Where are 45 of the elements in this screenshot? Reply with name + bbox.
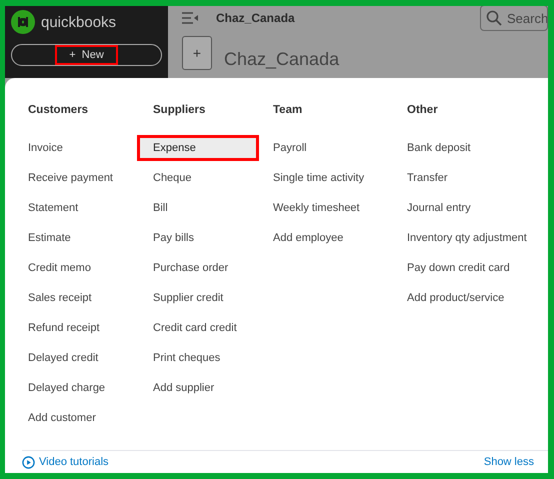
menu-item[interactable]: Statement [20,195,86,225]
menu-item[interactable]: Sales receipt [20,285,100,315]
new-button[interactable]: + New [11,44,162,66]
menu-item[interactable]: Transfer [399,165,456,195]
column-heading: Other [406,104,439,118]
play-icon [22,456,35,468]
menu-item[interactable]: Inventory qty adjustment [399,225,535,255]
column-heading: Team [272,104,304,118]
menu-item[interactable]: Payroll [265,135,315,165]
menu-item[interactable]: Receive payment [20,165,121,195]
menu-item[interactable]: Estimate [20,225,79,255]
menu-item[interactable]: Add customer [20,405,104,435]
logo-icon [11,10,35,34]
menu-item[interactable]: Pay bills [137,225,202,255]
add-button[interactable]: + [182,36,212,70]
page-title: Chaz_Canada [224,50,340,70]
menu-item[interactable]: Refund receipt [20,315,108,345]
menu-item[interactable]: Delayed credit [20,345,106,375]
video-tutorials-link[interactable]: Video tutorials [22,456,109,468]
logo-text: quickbooks [41,14,116,30]
menu-item[interactable]: Single time activity [265,165,372,195]
menu-item[interactable]: Print cheques [137,345,228,375]
menu-item[interactable]: Purchase order [137,255,236,285]
menu-item[interactable]: Pay down credit card [399,255,518,285]
menu-item[interactable]: Bill [137,195,176,225]
column-heading: Suppliers [152,104,206,118]
menu-item[interactable]: Bank deposit [399,135,479,165]
menu-item[interactable]: Journal entry [399,195,479,225]
menu-icon[interactable] [182,12,198,24]
menu-item[interactable]: Add product/service [399,285,512,315]
search-icon [486,10,502,26]
menu-item[interactable]: Weekly timesheet [265,195,368,225]
menu-item[interactable]: Credit memo [20,255,99,285]
company-name: Chaz_Canada [216,11,296,25]
search-field[interactable]: Search [480,6,548,31]
menu-item[interactable]: Add employee [265,225,352,255]
menu-item[interactable]: Delayed charge [20,375,114,405]
menu-item[interactable]: Add supplier [137,375,222,405]
menu-item[interactable]: Supplier credit [137,285,232,315]
menu-item[interactable]: Cheque [137,165,200,195]
menu-item[interactable]: Credit card credit [137,315,245,345]
column-heading: Customers [27,104,90,118]
menu-item[interactable]: Expense [137,135,259,161]
menu-item[interactable]: Invoice [20,135,71,165]
show-less-link[interactable]: Show less [484,456,534,468]
